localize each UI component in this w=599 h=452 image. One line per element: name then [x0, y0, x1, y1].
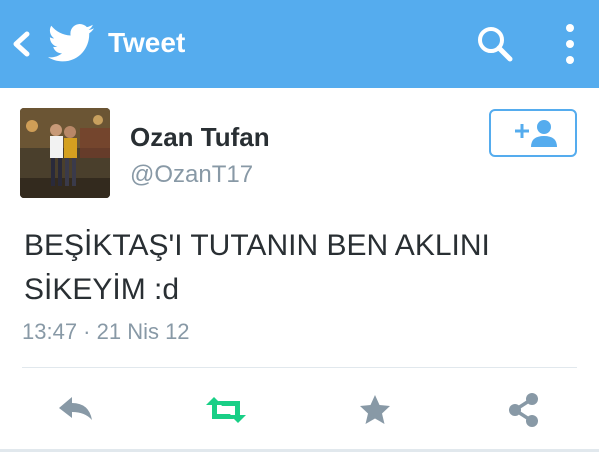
reply-icon[interactable] — [55, 388, 97, 432]
author-name[interactable]: Ozan Tufan — [130, 121, 270, 153]
tweet-text-line: BEŞİKTAŞ'I TUTANIN BEN AKLINI — [24, 229, 490, 262]
tweet-text: BEŞİKTAŞ'I TUTANIN BEN AKLINI SİKEYİM :d — [24, 224, 564, 312]
twitter-bird-icon — [48, 24, 94, 62]
page-title: Tweet — [108, 27, 186, 58]
tweet-text-line: SİKEYİM :d — [24, 273, 180, 306]
retweet-icon[interactable] — [202, 388, 250, 432]
avatar[interactable] — [20, 108, 110, 198]
avatar-photo — [20, 108, 110, 198]
star-icon[interactable] — [354, 388, 396, 432]
share-icon[interactable] — [504, 388, 544, 432]
top-app-bar: Tweet — [0, 0, 599, 88]
more-vertical-icon[interactable] — [556, 20, 584, 68]
follow-button[interactable] — [489, 109, 577, 157]
tweet-timestamp[interactable]: 13:47 · 21 Nis 12 — [22, 318, 190, 346]
author-handle[interactable]: @OzanT17 — [130, 160, 253, 190]
divider — [22, 367, 577, 368]
chevron-left-icon[interactable] — [8, 28, 34, 60]
search-icon[interactable] — [474, 23, 516, 65]
add-user-icon — [515, 120, 557, 147]
